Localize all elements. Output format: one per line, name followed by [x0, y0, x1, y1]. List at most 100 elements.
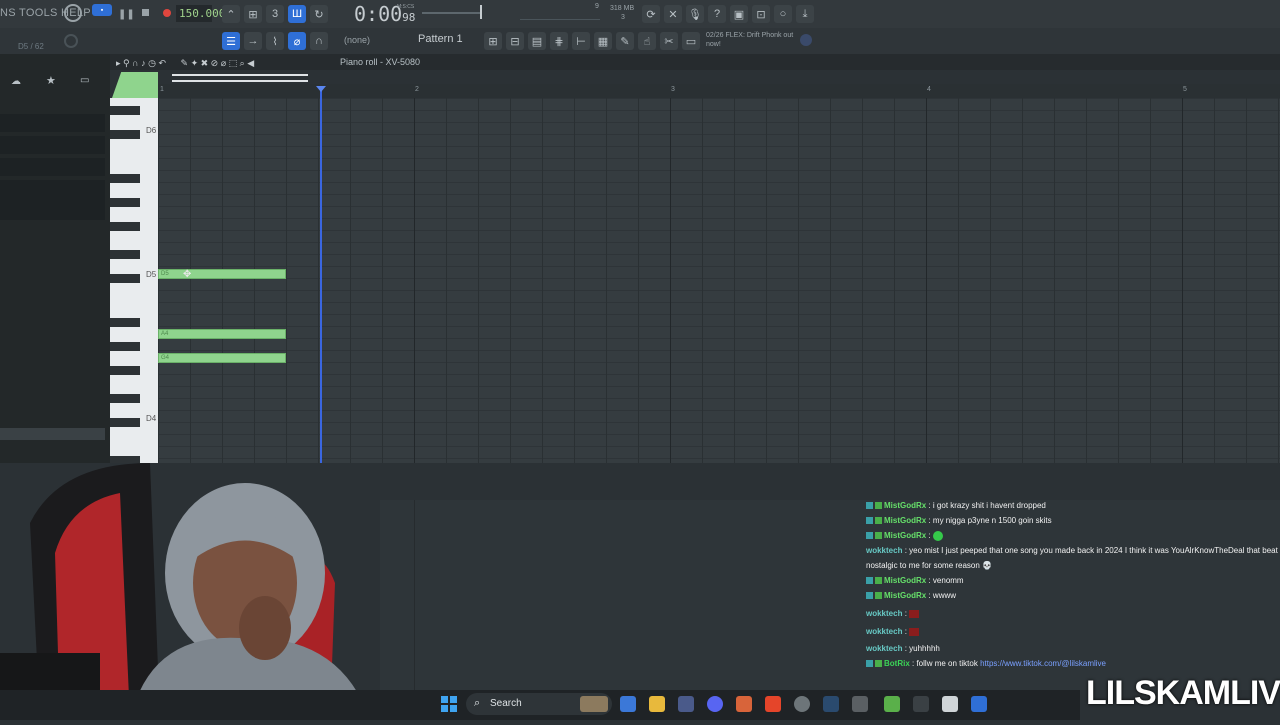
store-icon[interactable]	[678, 696, 694, 712]
pattern-selector[interactable]: Pattern 1	[418, 33, 463, 45]
piano-roll-tools[interactable]: ▸ ⚲ ∩ ♪ ◷ ↶ ✎ ✦ ✖ ⊘ ⌀ ⬚ ⌕ ◀	[116, 58, 254, 69]
piano-roll-icon[interactable]: ⋕	[550, 32, 568, 50]
wait-input-icon[interactable]: ⊞	[244, 5, 262, 23]
channel-rack-icon[interactable]: ▤	[528, 32, 546, 50]
discord-icon[interactable]	[707, 696, 723, 712]
piano-keyboard[interactable]: D6 D5 D4	[110, 98, 158, 463]
chat-user[interactable]: MistGodRx	[884, 591, 926, 600]
refresh-icon[interactable]: ⟳	[642, 5, 660, 23]
app-icon[interactable]	[942, 696, 958, 712]
event-editor-toggle[interactable]	[112, 72, 158, 98]
black-key[interactable]	[110, 318, 140, 327]
master-volume-knob[interactable]	[64, 4, 82, 22]
tempo-display[interactable]: 150.000	[176, 5, 225, 22]
note-grid[interactable]	[158, 98, 1280, 498]
countdown-icon[interactable]: 3	[266, 5, 284, 23]
chat-icon[interactable]: ○	[774, 5, 792, 23]
chat-user[interactable]: MistGodRx	[884, 531, 926, 540]
chat-user[interactable]: MistGodRx	[884, 576, 926, 585]
browser-icon[interactable]: ⊢	[572, 32, 590, 50]
app-icon[interactable]	[913, 696, 929, 712]
arrow-icon[interactable]: ▸	[116, 58, 123, 68]
undo-icon[interactable]: ↶	[158, 58, 168, 68]
paint-icon[interactable]: ✦	[191, 58, 201, 68]
link-icon[interactable]: ⌀	[288, 32, 306, 50]
snap-selector[interactable]: (none)	[344, 35, 370, 45]
black-key[interactable]	[110, 342, 140, 351]
sidebar-row[interactable]	[0, 158, 105, 176]
plugin-picker-icon[interactable]: ▦	[594, 32, 612, 50]
app-icon[interactable]	[971, 696, 987, 712]
pitch-knob[interactable]	[64, 34, 78, 48]
black-key[interactable]	[110, 222, 140, 231]
chat-user[interactable]: wokktech	[866, 609, 902, 618]
playhead-marker[interactable]	[316, 86, 326, 92]
black-key[interactable]	[110, 174, 140, 183]
folder-icon[interactable]: ▭	[80, 75, 89, 86]
master-pitch-slider[interactable]	[422, 12, 482, 14]
pattern-add-icon[interactable]: ⊞	[484, 32, 502, 50]
select-icon[interactable]: ⬚	[229, 58, 240, 68]
file-explorer-icon[interactable]	[649, 696, 665, 712]
chat-user[interactable]: MistGodRx	[884, 501, 926, 510]
black-key[interactable]	[110, 130, 140, 139]
chat-user[interactable]: MistGodRx	[884, 516, 926, 525]
mixer-icon[interactable]: ⊟	[506, 32, 524, 50]
black-key[interactable]	[110, 366, 140, 375]
note-g4[interactable]: G4	[158, 353, 286, 363]
microphone-icon[interactable]: 🎙	[686, 5, 704, 23]
black-key[interactable]	[110, 274, 140, 283]
pencil-icon[interactable]: ✎	[181, 58, 191, 68]
blend-recording-icon[interactable]: Ш	[288, 5, 306, 23]
speaker-icon[interactable]: ◀	[247, 58, 254, 68]
loop-recording-icon[interactable]: ↻	[310, 5, 328, 23]
clock-icon[interactable]: ◷	[148, 58, 158, 68]
chat-user[interactable]: wokktech	[866, 546, 902, 555]
save-icon[interactable]: ▣	[730, 5, 748, 23]
copilot-icon[interactable]	[620, 696, 636, 712]
record-button[interactable]	[163, 9, 171, 17]
chat-link[interactable]: https://www.tiktok.com/@lilskamlive	[980, 659, 1106, 668]
delete-icon[interactable]: ✖	[201, 58, 211, 68]
sidebar-row[interactable]	[0, 114, 105, 132]
panic-icon[interactable]: ✕	[664, 5, 682, 23]
brush-icon[interactable]: ✎	[616, 32, 634, 50]
note-a4[interactable]: A4	[158, 329, 286, 339]
black-key[interactable]	[110, 394, 140, 403]
playlist-view-icon[interactable]: ☰	[222, 32, 240, 50]
black-key[interactable]	[110, 250, 140, 259]
plugin-icon[interactable]: ⊡	[752, 5, 770, 23]
note-d5[interactable]: D5	[158, 269, 286, 279]
touch-icon[interactable]: ☝	[638, 32, 656, 50]
app-icon[interactable]	[852, 696, 868, 712]
black-key[interactable]	[110, 106, 140, 115]
magnet-icon[interactable]: ∩	[310, 32, 328, 50]
download-icon[interactable]: ⤓	[796, 5, 814, 23]
black-key[interactable]	[110, 198, 140, 207]
sidebar-row[interactable]	[0, 136, 105, 154]
black-key[interactable]	[110, 418, 140, 427]
stamp-icon[interactable]: ▭	[682, 32, 700, 50]
mute-icon[interactable]: ⊘	[211, 58, 221, 68]
account-icon[interactable]	[800, 34, 812, 46]
sidebar-scrollbar[interactable]	[0, 428, 105, 440]
scissors-icon[interactable]: ✂	[660, 32, 678, 50]
windows-start-icon[interactable]	[441, 696, 457, 712]
fl-studio-icon[interactable]	[736, 696, 752, 712]
slice-icon[interactable]: ⌀	[221, 58, 229, 68]
chat-user[interactable]: BotRix	[884, 659, 910, 668]
help-icon[interactable]: ?	[708, 5, 726, 23]
chat-user[interactable]: wokktech	[866, 644, 902, 653]
obs-icon[interactable]	[794, 696, 810, 712]
magnet-tool-icon[interactable]: ∩	[132, 58, 141, 68]
black-key[interactable]	[110, 456, 140, 463]
piano-roll-titlebar[interactable]: Piano roll - XV-5080	[110, 54, 1280, 70]
playhead[interactable]	[320, 88, 322, 500]
app-icon[interactable]	[884, 696, 900, 712]
stop-button[interactable]	[142, 9, 149, 16]
sidebar-row[interactable]	[0, 180, 105, 220]
chat-user[interactable]: wokktech	[866, 627, 902, 636]
pattern-song-toggle[interactable]: ▪	[92, 4, 112, 16]
star-icon[interactable]: ★	[46, 74, 56, 87]
pitch-slider-handle[interactable]	[480, 5, 482, 19]
